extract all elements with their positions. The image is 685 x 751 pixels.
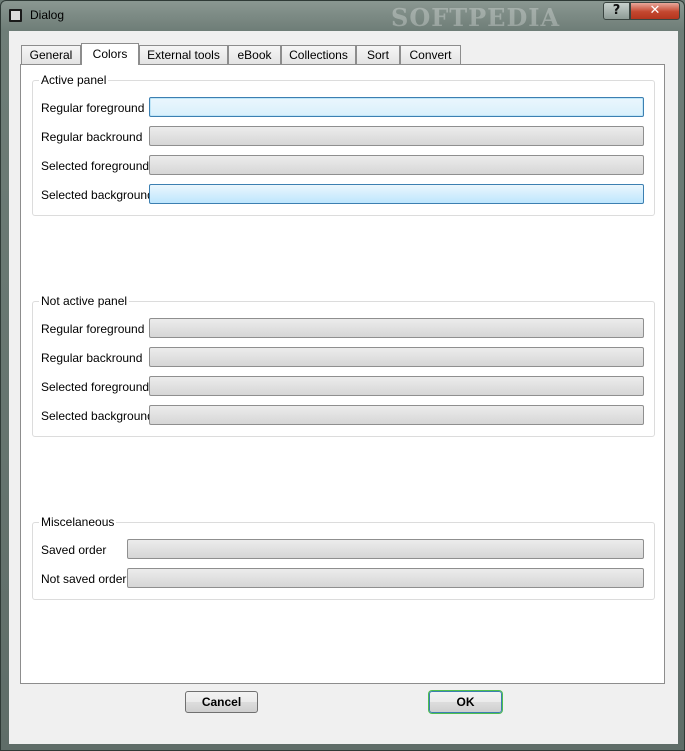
active-selected-background-color-button[interactable]	[149, 184, 644, 204]
row-label: Regular foreground	[41, 322, 145, 336]
not-active-panel-group: Not active panel Regular foreground Regu…	[32, 294, 655, 437]
colors-tab-page: Active panel Regular foreground Regular …	[20, 64, 665, 684]
active-regular-background-color-button[interactable]	[149, 126, 644, 146]
not-saved-order-color-button[interactable]	[127, 568, 644, 588]
dialog-client-area: General Colors External tools eBook Coll…	[9, 31, 678, 744]
active-selected-foreground-color-button[interactable]	[149, 155, 644, 175]
row-label: Not saved order	[41, 572, 127, 586]
row-label: Selected background	[41, 409, 154, 423]
row-label: Regular foreground	[41, 101, 145, 115]
cancel-button[interactable]: Cancel	[185, 691, 258, 713]
dialog-window: Dialog SOFTPEDIA ? ✕ General Colors Exte…	[0, 0, 685, 751]
tab-sort[interactable]: Sort	[356, 45, 400, 64]
watermark: SOFTPEDIA	[391, 3, 561, 32]
row-label: Selected foreground	[41, 159, 150, 173]
active-regular-foreground-color-button[interactable]	[149, 97, 644, 117]
inactive-selected-foreground-color-button[interactable]	[149, 376, 644, 396]
close-button[interactable]: ✕	[630, 2, 680, 20]
inactive-selected-background-color-button[interactable]	[149, 405, 644, 425]
tab-convert[interactable]: Convert	[400, 45, 461, 64]
group-title: Not active panel	[39, 294, 130, 308]
tab-collections[interactable]: Collections	[281, 45, 356, 64]
group-title: Active panel	[39, 73, 109, 87]
miscelaneous-group: Miscelaneous Saved order Not saved order	[32, 515, 655, 600]
tab-general[interactable]: General	[21, 45, 81, 64]
window-title: Dialog	[30, 8, 65, 22]
active-panel-group: Active panel Regular foreground Regular …	[32, 73, 655, 216]
title-bar[interactable]: Dialog SOFTPEDIA ? ✕	[1, 1, 684, 32]
group-title: Miscelaneous	[39, 515, 117, 529]
app-icon	[9, 9, 22, 22]
tab-ebook[interactable]: eBook	[228, 45, 281, 64]
ok-button[interactable]: OK	[429, 691, 502, 713]
saved-order-color-button[interactable]	[127, 539, 644, 559]
tab-external-tools[interactable]: External tools	[139, 45, 228, 64]
tab-colors[interactable]: Colors	[81, 43, 139, 65]
inactive-regular-background-color-button[interactable]	[149, 347, 644, 367]
row-label: Selected foreground	[41, 380, 150, 394]
help-button[interactable]: ?	[603, 2, 630, 20]
row-label: Regular backround	[41, 130, 143, 144]
row-label: Saved order	[41, 543, 107, 557]
row-label: Selected background	[41, 188, 154, 202]
inactive-regular-foreground-color-button[interactable]	[149, 318, 644, 338]
row-label: Regular backround	[41, 351, 143, 365]
